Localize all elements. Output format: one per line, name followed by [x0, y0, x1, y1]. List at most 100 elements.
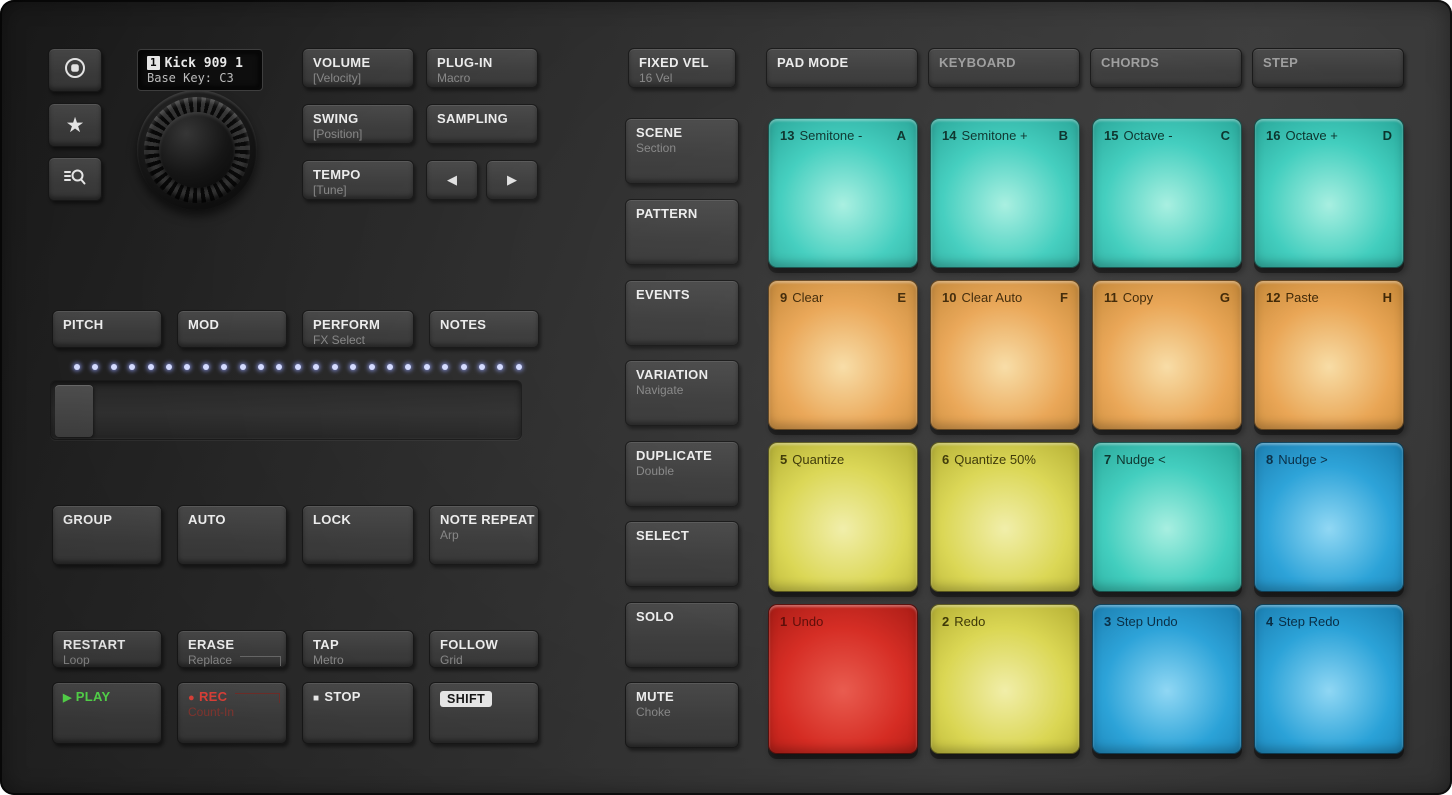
- browser-button[interactable]: [48, 157, 102, 201]
- pad-mode-button[interactable]: PAD MODE: [766, 48, 918, 88]
- perform-sublabel: FX Select: [313, 333, 403, 347]
- right-arrow-button[interactable]: ▶: [486, 160, 538, 200]
- volume-button[interactable]: VOLUME [Velocity]: [302, 48, 414, 88]
- plugin-button[interactable]: PLUG-IN Macro: [426, 48, 538, 88]
- left-arrow-button[interactable]: ◀: [426, 160, 478, 200]
- tap-sublabel: Metro: [313, 653, 403, 667]
- led-dot: [203, 364, 209, 370]
- pad-1-undo[interactable]: 1Undo: [768, 604, 918, 754]
- pad-number: 6: [942, 452, 949, 467]
- lock-label: LOCK: [313, 513, 403, 528]
- pad-8-nudge-right[interactable]: 8Nudge >: [1254, 442, 1404, 592]
- shift-button[interactable]: SHIFT: [429, 682, 539, 744]
- led-dot: [497, 364, 503, 370]
- pad-label: Quantize: [792, 452, 844, 467]
- pad-15-octave-minus[interactable]: 15Octave -C: [1092, 118, 1242, 268]
- pad-letter: A: [897, 128, 906, 143]
- favorites-button[interactable]: ★: [48, 103, 102, 147]
- swing-sublabel: [Position]: [313, 127, 403, 141]
- pad-11-copy[interactable]: 11CopyG: [1092, 280, 1242, 430]
- perform-button[interactable]: PERFORM FX Select: [302, 310, 414, 348]
- step-button[interactable]: STEP: [1252, 48, 1404, 88]
- fixed-vel-label: FIXED VEL: [639, 56, 725, 71]
- restart-label: RESTART: [63, 638, 151, 653]
- pad-3-step-undo[interactable]: 3Step Undo: [1092, 604, 1242, 754]
- pitch-button[interactable]: PITCH: [52, 310, 162, 348]
- note-repeat-button[interactable]: NOTE REPEAT Arp: [429, 505, 539, 565]
- pad-number: 4: [1266, 614, 1273, 629]
- record-sublabel: Count-In: [188, 705, 276, 719]
- pad-14-semitone-plus[interactable]: 14Semitone +B: [930, 118, 1080, 268]
- group-button[interactable]: GROUP: [52, 505, 162, 565]
- pad-label: Quantize 50%: [954, 452, 1036, 467]
- pad-7-nudge-left[interactable]: 7Nudge <: [1092, 442, 1242, 592]
- led-dot: [166, 364, 172, 370]
- events-button[interactable]: EVENTS: [625, 280, 739, 346]
- pad-number: 1: [780, 614, 787, 629]
- select-button[interactable]: SELECT: [625, 521, 739, 587]
- erase-button[interactable]: ERASE Replace: [177, 630, 287, 668]
- pad-letter: D: [1383, 128, 1392, 143]
- mute-sublabel: Choke: [636, 705, 728, 719]
- sampling-label: SAMPLING: [437, 112, 527, 127]
- keyboard-button[interactable]: KEYBOARD: [928, 48, 1080, 88]
- pad-13-semitone-minus[interactable]: 13Semitone -A: [768, 118, 918, 268]
- pad-number: 13: [780, 128, 794, 143]
- pad-label: Copy: [1123, 290, 1153, 305]
- auto-button[interactable]: AUTO: [177, 505, 287, 565]
- right-arrow-icon: ▶: [507, 172, 517, 188]
- mod-button[interactable]: MOD: [177, 310, 287, 348]
- variation-button[interactable]: VARIATION Navigate: [625, 360, 739, 426]
- encoder-knob[interactable]: [137, 90, 257, 210]
- project-button[interactable]: [48, 48, 102, 92]
- led-dot: [111, 364, 117, 370]
- stop-button[interactable]: ■STOP: [302, 682, 414, 744]
- pad-2-redo[interactable]: 2Redo: [930, 604, 1080, 754]
- pad-5-quantize[interactable]: 5 Quantize: [768, 442, 918, 592]
- play-button[interactable]: ▶PLAY: [52, 682, 162, 744]
- touch-strip-handle[interactable]: [55, 385, 93, 437]
- play-label: PLAY: [76, 689, 111, 704]
- tempo-sublabel: [Tune]: [313, 183, 403, 197]
- led-dot: [221, 364, 227, 370]
- pad-4-step-redo[interactable]: 4Step Redo: [1254, 604, 1404, 754]
- scene-button[interactable]: SCENE Section: [625, 118, 739, 184]
- notes-button[interactable]: NOTES: [429, 310, 539, 348]
- pad-16-octave-plus[interactable]: 16Octave +D: [1254, 118, 1404, 268]
- tempo-button[interactable]: TEMPO [Tune]: [302, 160, 414, 200]
- pad-12-paste[interactable]: 12PasteH: [1254, 280, 1404, 430]
- chords-button[interactable]: CHORDS: [1090, 48, 1242, 88]
- record-label: REC: [199, 689, 227, 704]
- mute-label: MUTE: [636, 690, 728, 705]
- volume-sublabel: [Velocity]: [313, 71, 403, 85]
- pad-number: 5: [780, 452, 787, 467]
- mute-button[interactable]: MUTE Choke: [625, 682, 739, 748]
- notes-label: NOTES: [440, 318, 528, 333]
- sampling-button[interactable]: SAMPLING: [426, 104, 538, 144]
- maschine-controller-body: ★ 1Kick 909 1 Base Key: C3 VOLUME [Veloc…: [0, 0, 1452, 795]
- concentric-circle-icon: [62, 55, 88, 86]
- restart-button[interactable]: RESTART Loop: [52, 630, 162, 668]
- duplicate-button[interactable]: DUPLICATE Double: [625, 441, 739, 507]
- record-button[interactable]: ●REC Count-In: [177, 682, 287, 744]
- pad-letter: G: [1220, 290, 1230, 305]
- touch-strip[interactable]: [50, 380, 522, 440]
- lock-button[interactable]: LOCK: [302, 505, 414, 565]
- erase-label: ERASE: [188, 638, 276, 653]
- pad-label: Clear Auto: [961, 290, 1022, 305]
- pad-10-clear-auto[interactable]: 10Clear AutoF: [930, 280, 1080, 430]
- led-dot: [516, 364, 522, 370]
- keyboard-label: KEYBOARD: [939, 56, 1069, 71]
- pad-9-clear[interactable]: 9ClearE: [768, 280, 918, 430]
- follow-button[interactable]: FOLLOW Grid: [429, 630, 539, 668]
- pad-6-quantize-50[interactable]: 6 Quantize 50%: [930, 442, 1080, 592]
- fixed-vel-sublabel: 16 Vel: [639, 71, 725, 85]
- solo-button[interactable]: SOLO: [625, 602, 739, 668]
- fixed-vel-button[interactable]: FIXED VEL 16 Vel: [628, 48, 736, 88]
- swing-button[interactable]: SWING [Position]: [302, 104, 414, 144]
- pattern-button[interactable]: PATTERN: [625, 199, 739, 265]
- tap-button[interactable]: TAP Metro: [302, 630, 414, 668]
- select-label: SELECT: [636, 529, 728, 544]
- led-dot: [240, 364, 246, 370]
- pad-number: 9: [780, 290, 787, 305]
